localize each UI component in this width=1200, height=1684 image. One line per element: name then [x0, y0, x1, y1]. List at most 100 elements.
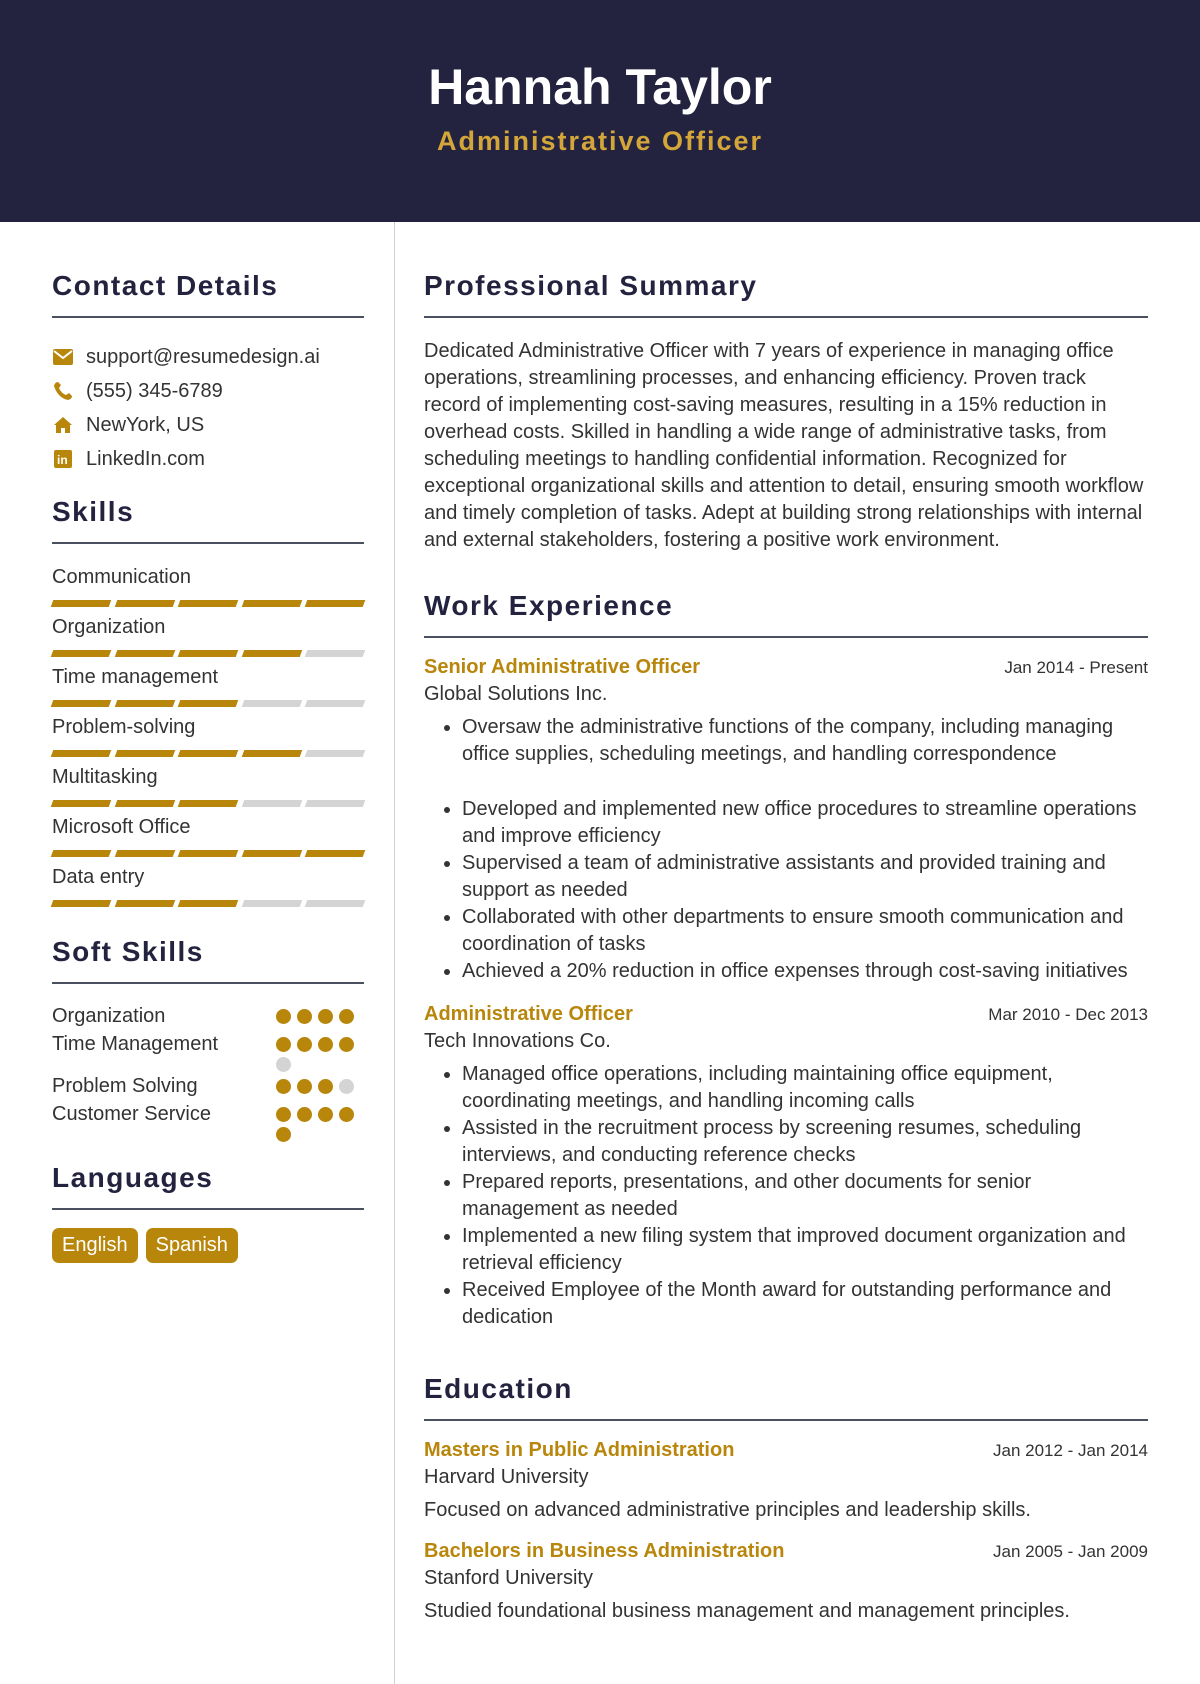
degree-title: Masters in Public Administration [424, 1439, 735, 1461]
skill-level-segment [50, 800, 111, 807]
language-badge: English [52, 1228, 138, 1263]
job-bullets: Managed office operations, including mai… [424, 1061, 1148, 1331]
svg-text:in: in [57, 453, 68, 467]
skill-level-segment [114, 800, 175, 807]
education-entry: Masters in Public Administration Jan 2012… [424, 1439, 1148, 1522]
skill-level-segment [305, 650, 366, 657]
education-section-title: Education [424, 1373, 1148, 1421]
envelope-icon [52, 346, 74, 368]
contact-location: NewYork, US [52, 408, 364, 442]
skill-level-segment [114, 650, 175, 657]
soft-skill-name: Time Management [52, 1033, 218, 1055]
skill-level-segment [241, 750, 302, 757]
skill-name: Microsoft Office [52, 816, 191, 838]
job-company: Global Solutions Inc. [424, 683, 608, 705]
rating-dot [339, 1009, 354, 1024]
skill-level-segment [241, 850, 302, 857]
skill-item: Multitasking [50, 764, 366, 814]
skill-level-segment [177, 850, 239, 857]
summary-section-title: Professional Summary [424, 270, 1148, 318]
rating-dot [297, 1009, 312, 1024]
education-description: Studied foundational business management… [424, 1600, 1070, 1622]
skill-level-segment [114, 600, 175, 607]
skill-level-segment [241, 650, 302, 657]
sidebar: Contact Details support@resumedesign.ai … [50, 270, 366, 1263]
education-header: Masters in Public Administration Jan 2012… [424, 1439, 1148, 1462]
candidate-role: Administrative Officer [436, 126, 764, 156]
skill-level-segment [241, 600, 302, 607]
skill-level-segment [305, 800, 366, 807]
school-name: Stanford University [424, 1567, 593, 1589]
soft-skill-rating [276, 1072, 364, 1100]
job-bullet: Developed and implemented new office pro… [462, 796, 1148, 850]
summary-text: Dedicated Administrative Officer with 7 … [424, 340, 1144, 551]
job-bullet: Oversaw the administrative functions of … [462, 714, 1148, 768]
skill-level-segment [114, 850, 175, 857]
skill-level-segment [50, 700, 111, 707]
rating-dot [297, 1037, 312, 1052]
languages-section-title: Languages [52, 1162, 364, 1210]
skill-level-segment [114, 750, 175, 757]
education-dates: Jan 2005 - Jan 2009 [992, 1542, 1148, 1561]
contact-list: support@resumedesign.ai (555) 345-6789 N… [52, 340, 364, 476]
job-header: Administrative Officer Mar 2010 - Dec 201… [424, 1003, 1148, 1026]
skill-level-segment [241, 900, 302, 907]
skill-level-segment [114, 700, 175, 707]
experience-list: Senior Administrative Officer Jan 2014 - … [424, 656, 1148, 1331]
skill-name: Organization [52, 616, 166, 638]
education-list: Masters in Public Administration Jan 2012… [424, 1439, 1148, 1623]
skill-level-segment [305, 600, 366, 607]
skill-level-segment [241, 800, 302, 807]
skill-item: Communication [50, 564, 366, 614]
skill-level-bar [50, 850, 366, 857]
job-bullet: Prepared reports, presentations, and oth… [462, 1169, 1148, 1223]
linkedin-icon: in [52, 448, 74, 470]
skill-level-segment [177, 700, 239, 707]
rating-dot [276, 1057, 291, 1072]
rating-dot [339, 1107, 354, 1122]
skill-level-segment [50, 750, 111, 757]
candidate-name: Hannah Taylor [428, 59, 772, 115]
rating-dot [297, 1079, 312, 1094]
skill-level-segment [177, 750, 239, 757]
phone-icon [52, 380, 74, 402]
skill-name: Data entry [52, 866, 145, 888]
rating-dot [276, 1127, 291, 1142]
rating-dot [276, 1079, 291, 1094]
skill-level-segment [177, 900, 239, 907]
skill-level-segment [305, 850, 366, 857]
skill-name: Communication [52, 566, 191, 588]
skill-level-segment [305, 700, 366, 707]
job-bullets: Oversaw the administrative functions of … [424, 714, 1148, 985]
contact-email[interactable]: support@resumedesign.ai [52, 340, 364, 374]
skills-list: Communication Organization Time management… [50, 564, 366, 914]
rating-dot [276, 1009, 291, 1024]
skill-level-segment [177, 600, 239, 607]
skill-item: Time management [50, 664, 366, 714]
contact-linkedin[interactable]: in LinkedIn.com [52, 442, 364, 476]
contact-phone[interactable]: (555) 345-6789 [52, 374, 364, 408]
job-bullet: Achieved a 20% reduction in office expen… [462, 958, 1148, 985]
soft-skill-item: Problem Solving [52, 1072, 364, 1100]
languages-list: English Spanish [52, 1228, 364, 1263]
skill-level-bar [50, 700, 366, 707]
job-dates: Mar 2010 - Dec 2013 [988, 1005, 1148, 1024]
job-bullet: Received Employee of the Month award for… [462, 1277, 1148, 1331]
skill-level-segment [50, 850, 111, 857]
rating-dot [339, 1037, 354, 1052]
soft-skill-item: Organization [52, 1002, 364, 1030]
job-entry: Senior Administrative Officer Jan 2014 - … [424, 656, 1148, 985]
skills-section-title: Skills [52, 496, 364, 544]
rating-dot [318, 1009, 333, 1024]
skill-level-segment [50, 600, 111, 607]
job-bullet: Collaborated with other departments to e… [462, 904, 1148, 958]
resume-header: Hannah Taylor Administrative Officer [0, 0, 1200, 222]
skill-item: Problem-solving [50, 714, 366, 764]
degree-title: Bachelors in Business Administration [424, 1540, 785, 1562]
school-name: Harvard University [424, 1466, 589, 1488]
rating-dot [339, 1079, 354, 1094]
job-title: Senior Administrative Officer [424, 656, 700, 678]
soft-skill-rating [276, 1100, 364, 1142]
contact-section-title: Contact Details [52, 270, 364, 318]
education-header: Bachelors in Business Administration Jan … [424, 1540, 1148, 1563]
